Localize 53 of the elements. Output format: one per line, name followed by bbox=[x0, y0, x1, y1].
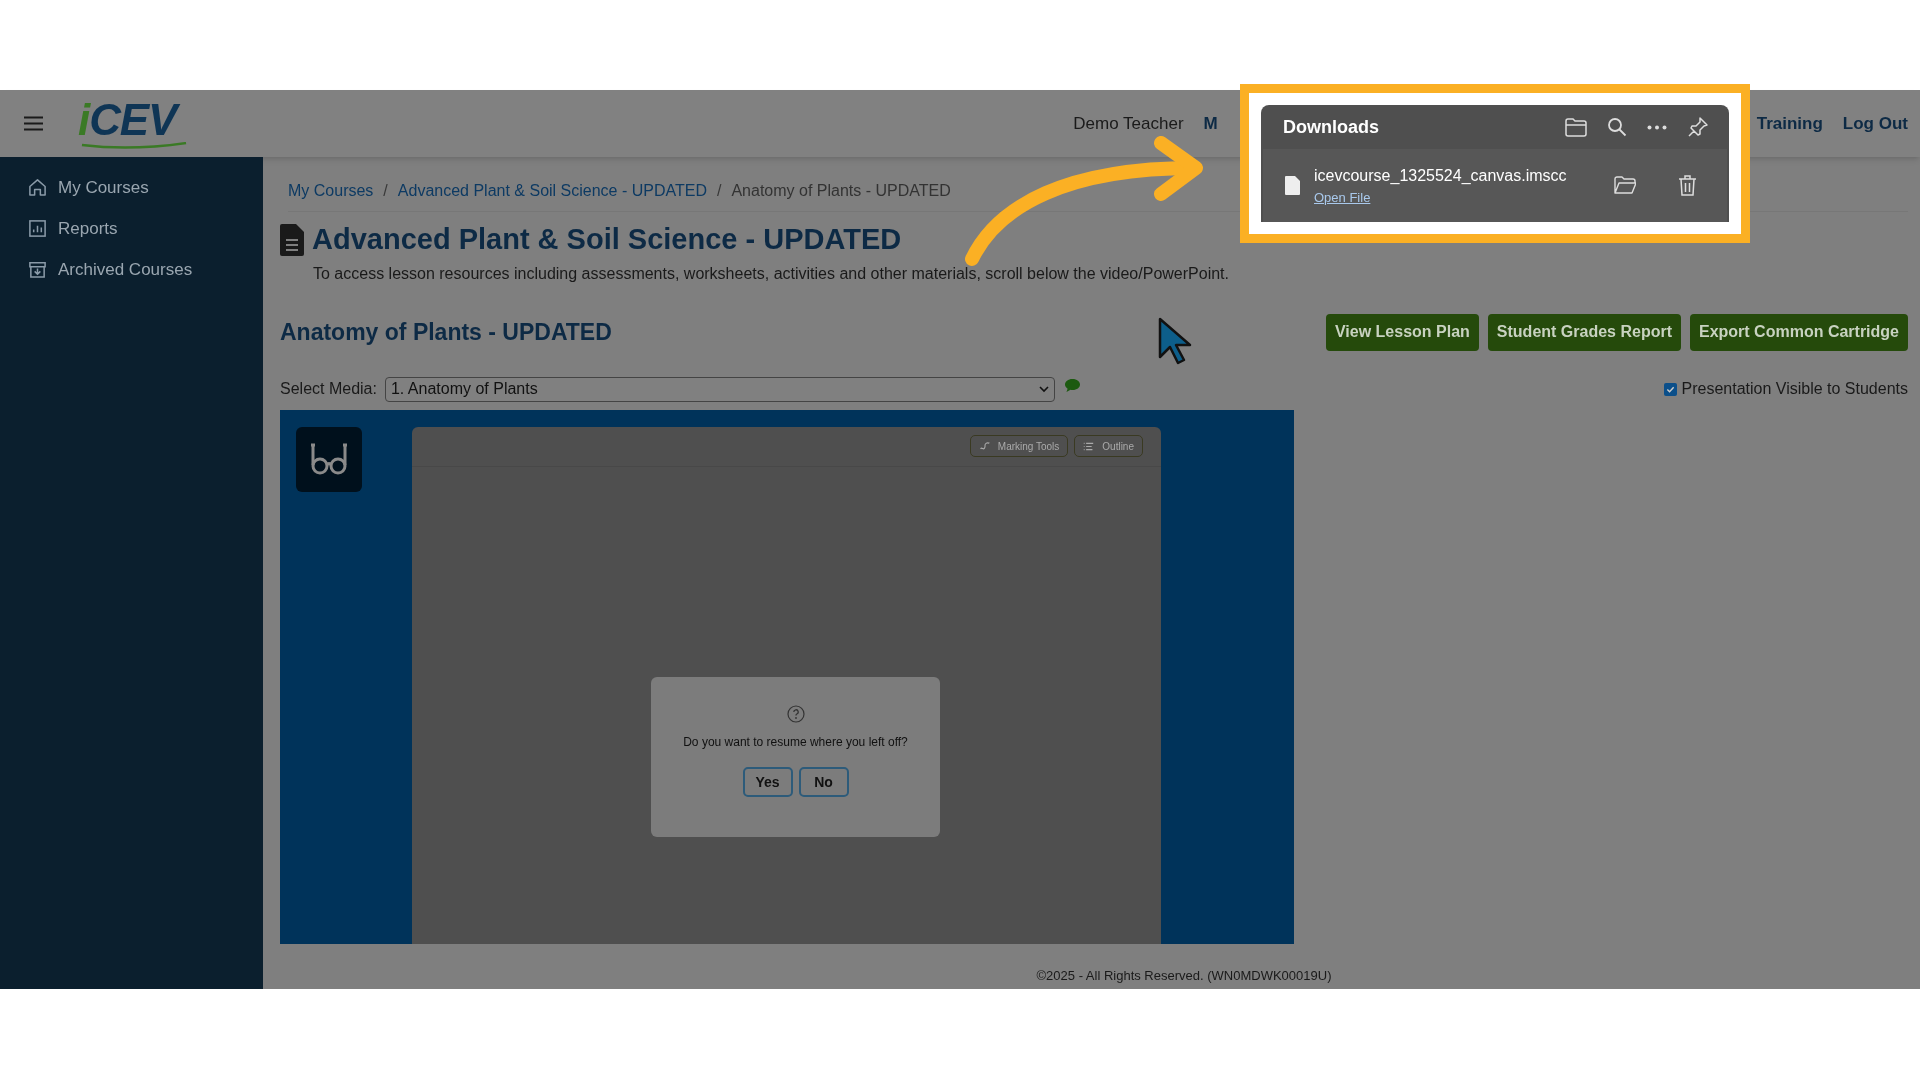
squiggle-icon bbox=[978, 440, 990, 452]
pin-icon[interactable] bbox=[1687, 116, 1709, 138]
player-tool-button[interactable]: Marking Tools bbox=[969, 435, 1069, 457]
action-button[interactable]: Student Grades Report bbox=[1487, 313, 1681, 351]
description-text: To access lesson resources including assessments, worksheets, activities and other materials, scroll below the video/PowerPoint. bbox=[313, 263, 1230, 284]
action-button[interactable]: Export Common Cartridge bbox=[1690, 313, 1908, 351]
swoosh-icon bbox=[80, 141, 188, 150]
select-media-label: Select Media: bbox=[280, 379, 377, 399]
reading-glasses-button[interactable] bbox=[296, 426, 362, 492]
checkbox-label: Presentation Visible to Students bbox=[1681, 379, 1908, 399]
sidebar-item[interactable]: Reports bbox=[0, 208, 263, 249]
dialog-button[interactable]: Yes bbox=[742, 767, 793, 797]
breadcrumb-link[interactable]: My Courses bbox=[288, 179, 374, 203]
chevron-down-icon bbox=[1038, 385, 1049, 393]
lesson-title: Anatomy of Plants - UPDATED bbox=[280, 317, 612, 347]
file-name: icevcourse_1325524_canvas.imscc bbox=[1314, 165, 1568, 186]
check-icon bbox=[1666, 384, 1676, 394]
mouse-cursor-icon bbox=[1157, 317, 1193, 365]
dialog-message: Do you want to resume where you left off? bbox=[683, 734, 908, 751]
breadcrumb-link[interactable]: Advanced Plant & Soil Science - UPDATED bbox=[397, 179, 707, 203]
breadcrumb-separator: / bbox=[717, 181, 722, 201]
question-icon bbox=[786, 705, 805, 723]
course-title: Advanced Plant & Soil Science - UPDATED bbox=[312, 222, 902, 257]
downloads-title: Downloads bbox=[1283, 115, 1380, 139]
nav-link[interactable]: M bbox=[1203, 110, 1218, 137]
archive-icon bbox=[28, 260, 47, 279]
breadcrumb-separator: / bbox=[383, 181, 388, 201]
home-icon bbox=[28, 178, 47, 197]
chart-icon bbox=[28, 219, 47, 238]
user-name[interactable]: Demo Teacher bbox=[1073, 110, 1184, 137]
document-icon bbox=[280, 223, 304, 256]
sidebar-item[interactable]: My Courses bbox=[0, 167, 263, 208]
menu-icon[interactable] bbox=[24, 116, 43, 131]
open-file-link[interactable]: Open File bbox=[1314, 187, 1371, 208]
breadcrumb-current: Anatomy of Plants - UPDATED bbox=[731, 181, 951, 201]
dialog-button[interactable]: No bbox=[798, 767, 849, 797]
sidebar-item[interactable]: Archived Courses bbox=[0, 249, 263, 290]
nav-link[interactable]: Training bbox=[1756, 110, 1823, 137]
folder-icon[interactable] bbox=[1614, 176, 1636, 195]
media-select[interactable]: 1. Anatomy of Plants bbox=[384, 376, 1055, 402]
list-icon bbox=[1083, 440, 1095, 452]
nav-link[interactable]: Log Out bbox=[1842, 110, 1908, 137]
logo[interactable]: iCEV bbox=[78, 97, 185, 142]
more-icon[interactable] bbox=[1647, 124, 1667, 130]
player-tool-button[interactable]: Outline bbox=[1074, 435, 1143, 457]
file-icon bbox=[1285, 176, 1300, 195]
checkbox[interactable] bbox=[1664, 382, 1678, 396]
action-button[interactable]: View Lesson Plan bbox=[1325, 313, 1479, 351]
glasses-icon bbox=[309, 443, 349, 475]
folder-icon[interactable] bbox=[1565, 117, 1587, 137]
trash-icon[interactable] bbox=[1678, 175, 1697, 196]
search-icon[interactable] bbox=[1607, 117, 1627, 137]
copyright-text: ©2025 - All Rights Reserved. (WN0MDWK00019U) bbox=[1036, 966, 1332, 985]
